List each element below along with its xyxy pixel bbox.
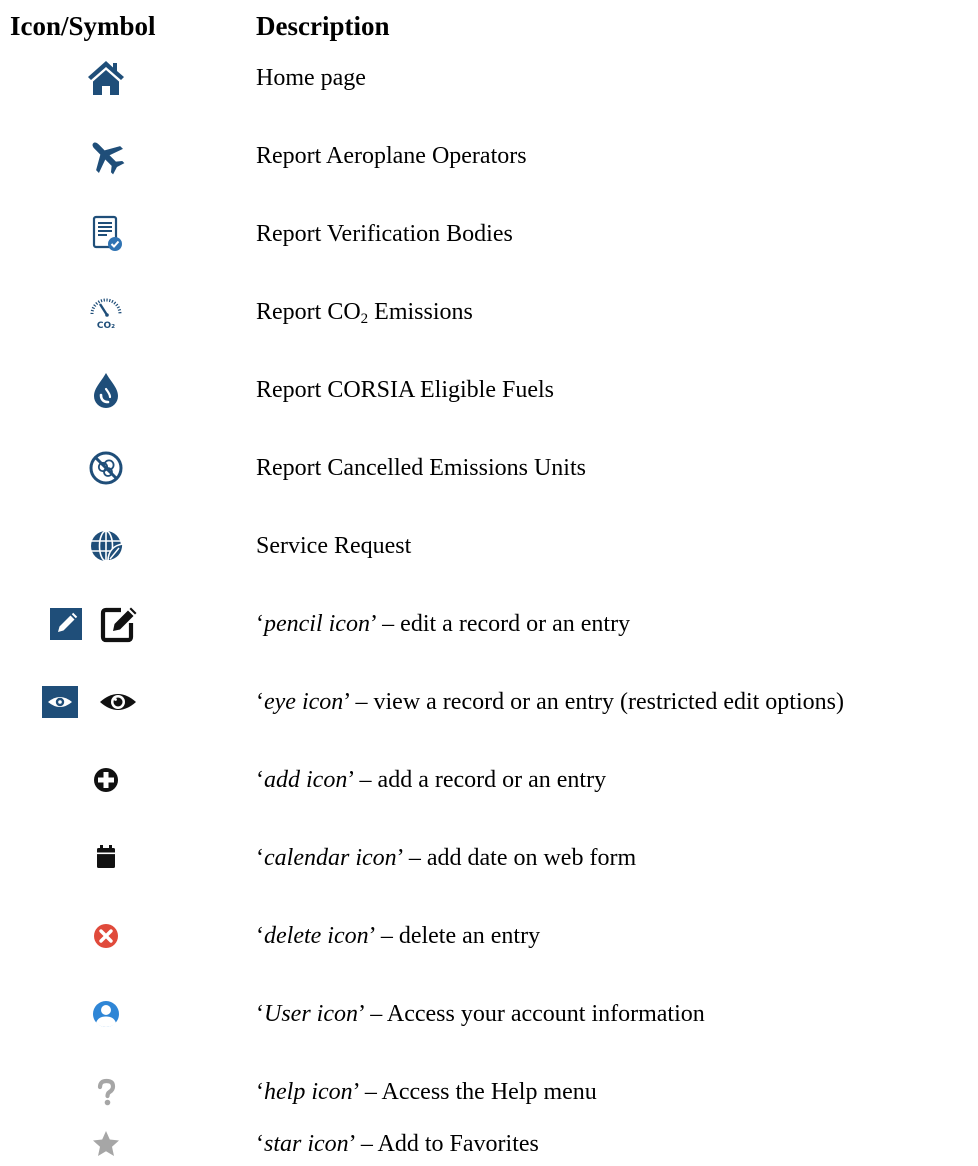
table-row-co2-emissions: CO₂ Report CO2 Emissions <box>0 292 978 332</box>
row-description: Report CORSIA Eligible Fuels <box>256 377 555 403</box>
table-row-eye-icon: ‘eye icon’ – view a record or an entry (… <box>0 682 978 722</box>
table-row-home: Home page <box>0 58 978 98</box>
row-description: ‘eye icon’ – view a record or an entry (… <box>256 689 844 715</box>
table-row-verification-bodies: Report COReport Verification Bodies <box>0 214 978 254</box>
row-description: Home page <box>256 65 366 91</box>
table-row-help-icon: ‘help icon’ – Access the Help menu <box>0 1072 978 1112</box>
column-header-icon: Icon/Symbol <box>10 11 156 41</box>
table-row-add-icon: ‘add icon’ – add a record or an entry <box>0 760 978 800</box>
cancelled-emissions-icon <box>89 451 123 485</box>
row-description: ‘calendar icon’ – add date on web form <box>256 845 637 871</box>
verified-document-icon <box>92 215 122 251</box>
row-description: ‘pencil icon’ – edit a record or an entr… <box>256 611 631 637</box>
desc-text: Report Verification Bodies <box>256 221 513 247</box>
row-description: ‘User icon’ – Access your account inform… <box>256 1001 705 1027</box>
column-header-description: Description <box>256 11 390 41</box>
row-description: ‘add icon’ – add a record or an entry <box>256 767 607 793</box>
home-icon <box>88 61 124 95</box>
fuel-drop-icon <box>94 373 118 408</box>
table-row-aeroplane-operators: Report Aeroplane Operators <box>0 136 978 176</box>
svg-text:CO₂: CO₂ <box>97 321 115 331</box>
icon-term: help icon <box>264 1079 353 1105</box>
calendar-icon <box>97 845 115 868</box>
table-row-user-icon: ‘User icon’ – Access your account inform… <box>0 994 978 1034</box>
add-icon <box>94 768 118 792</box>
airplane-icon <box>92 142 125 175</box>
table-row-cancelled-emissions: Report Cancelled Emissions Units <box>0 448 978 488</box>
row-description: Service Request <box>256 533 412 559</box>
eye-square-icon <box>42 686 78 718</box>
help-icon <box>97 1078 116 1106</box>
row-description: ‘star icon’ – Add to Favorites <box>256 1131 539 1157</box>
icon-reference-table: Icon/Symbol Description Home page Report… <box>0 0 978 1166</box>
row-description: Report Aeroplane Operators <box>256 143 527 169</box>
pencil-square-icon <box>50 608 82 640</box>
icon-term: add icon <box>264 767 348 793</box>
co2-gauge-icon: CO₂ <box>90 298 122 331</box>
icon-term: eye icon <box>264 689 344 715</box>
table-row-star-icon: ‘star icon’ – Add to Favorites <box>0 1124 978 1164</box>
row-description: Report CO2 Emissions <box>256 299 473 327</box>
icon-term: star icon <box>264 1131 349 1157</box>
user-icon <box>93 1001 119 1027</box>
table-row-delete-icon: ‘delete icon’ – delete an entry <box>0 916 978 956</box>
icon-term: calendar icon <box>264 845 397 871</box>
icon-term: delete icon <box>264 923 369 949</box>
icon-term: pencil icon <box>264 611 370 637</box>
eye-icon <box>100 694 136 710</box>
edit-icon <box>100 607 137 643</box>
table-row-calendar-icon: ‘calendar icon’ – add date on web form <box>0 838 978 878</box>
table-row-service-request: Service Request <box>0 526 978 566</box>
icon-term: User icon <box>264 1001 358 1027</box>
table-row-pencil-icon: ‘pencil icon’ – edit a record or an entr… <box>0 604 978 644</box>
row-description: Report COReport Verification Bodies <box>256 214 513 254</box>
row-description: Report Cancelled Emissions Units <box>256 455 586 481</box>
star-icon <box>93 1131 119 1156</box>
row-description: ‘delete icon’ – delete an entry <box>256 923 541 949</box>
table-row-eligible-fuels: Report CORSIA Eligible Fuels <box>0 370 978 410</box>
row-description: ‘help icon’ – Access the Help menu <box>256 1079 597 1105</box>
delete-icon <box>94 924 118 948</box>
globe-leaf-icon <box>91 530 124 562</box>
